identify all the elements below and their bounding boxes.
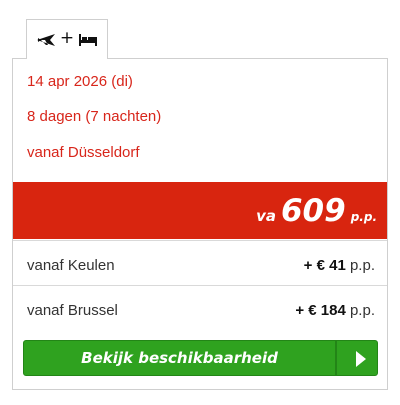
plus-sign: + — [59, 28, 75, 48]
divider — [13, 285, 387, 286]
flight-hotel-tab[interactable]: + — [26, 19, 108, 59]
alt-price-amount: + € 184 — [295, 302, 346, 319]
departure-date: 14 apr 2026 (di) — [27, 73, 133, 90]
alt-departure-row[interactable]: vanaf Brussel + € 184 p.p. — [27, 302, 375, 322]
offer-card: 14 apr 2026 (di) 8 dagen (7 nachten) van… — [12, 58, 388, 390]
alt-departure-row[interactable]: vanaf Keulen + € 41 p.p. — [27, 257, 375, 277]
alt-price: + € 41 p.p. — [304, 257, 375, 274]
check-availability-button[interactable]: Bekijk beschikbaarheid — [23, 340, 378, 376]
departure-airport: vanaf Düsseldorf — [27, 144, 140, 161]
alt-departure-label: vanaf Keulen — [27, 257, 115, 274]
cta-label: Bekijk beschikbaarheid — [81, 349, 278, 367]
alt-departure-label: vanaf Brussel — [27, 302, 118, 319]
divider — [13, 240, 387, 241]
price-unit: p.p. — [350, 210, 377, 224]
button-separator — [335, 341, 337, 375]
price-prefix: va — [256, 207, 276, 225]
trip-duration: 8 dagen (7 nachten) — [27, 108, 162, 125]
alt-price: + € 184 p.p. — [295, 302, 375, 319]
chevron-right-icon — [356, 351, 366, 367]
price: va 609 p.p. — [256, 193, 377, 229]
alt-price-unit: p.p. — [349, 257, 375, 274]
bed-icon — [78, 33, 98, 47]
alt-price-amount: + € 41 — [303, 257, 346, 274]
plane-icon — [36, 32, 56, 48]
price-amount: 609 — [280, 193, 346, 229]
price-bar: va 609 p.p. — [13, 182, 387, 239]
alt-price-unit: p.p. — [349, 302, 375, 319]
